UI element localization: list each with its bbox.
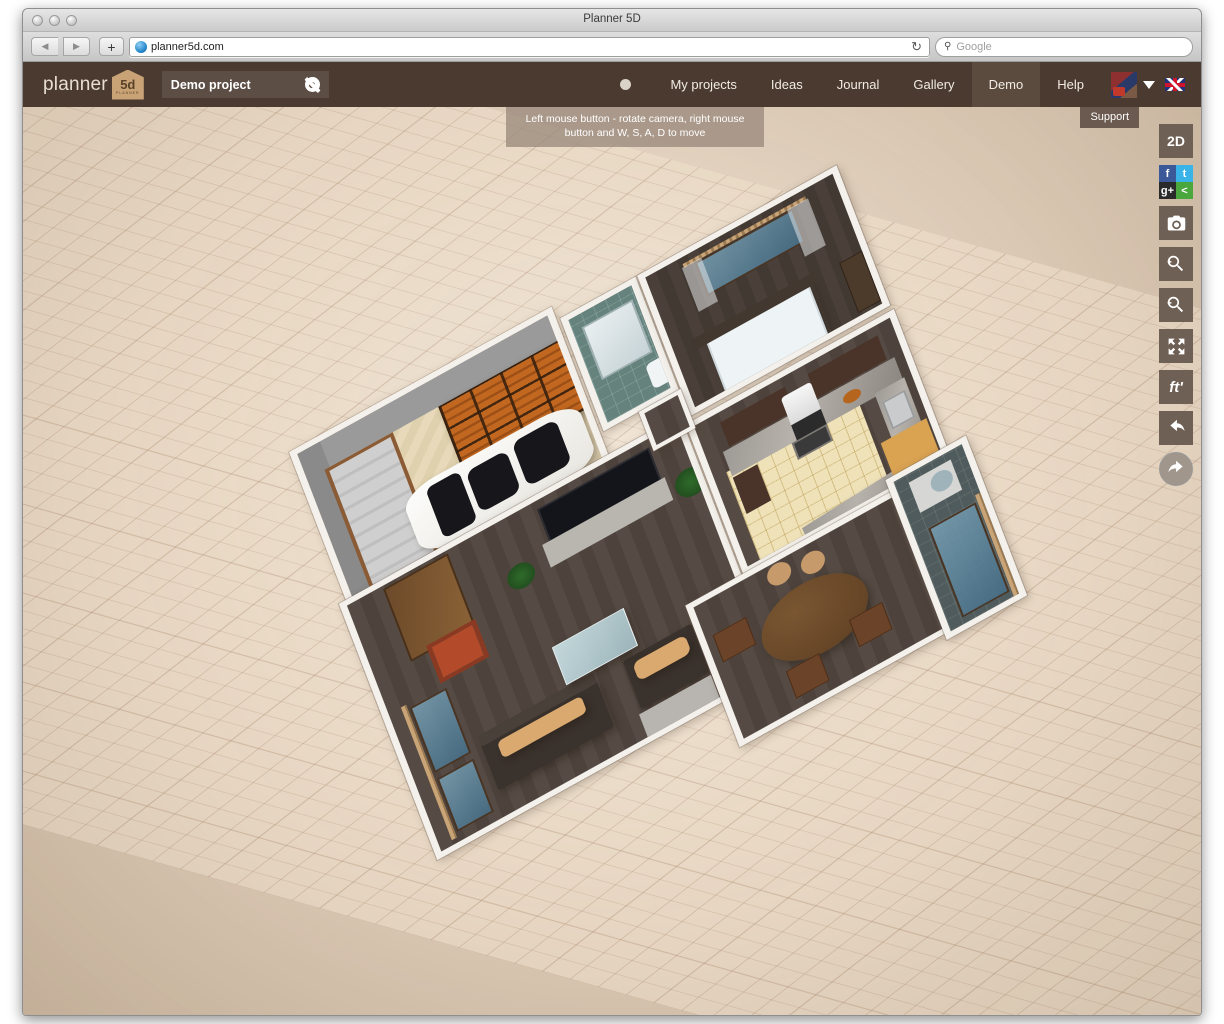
back-arrow-icon[interactable]: ◀	[31, 37, 58, 56]
nav-item-gallery[interactable]: Gallery	[896, 62, 971, 107]
logo-badge-icon: 5d PLANNER	[112, 70, 144, 100]
window-title: Planner 5D	[23, 13, 1201, 25]
app-logo[interactable]: planner 5d PLANNER	[23, 70, 144, 100]
forward-arrow-icon[interactable]: ▶	[63, 37, 90, 56]
browser-titlebar: Planner 5D	[23, 9, 1201, 32]
support-button[interactable]: Support	[1080, 107, 1139, 128]
search-input[interactable]: ⚲ Google	[935, 37, 1193, 57]
fullscreen-button[interactable]	[1159, 329, 1193, 363]
chevron-down-icon[interactable]	[1143, 81, 1155, 89]
nav-item-ideas[interactable]: Ideas	[754, 62, 820, 107]
redo-arrow-icon	[1166, 459, 1187, 480]
zoom-out-icon	[1166, 295, 1187, 316]
undo-button[interactable]	[1159, 411, 1193, 445]
logo-badge-sub: PLANNER	[116, 91, 140, 95]
avatar[interactable]	[1111, 72, 1137, 98]
plant-1[interactable]	[504, 557, 539, 594]
wardrobe[interactable]	[839, 251, 881, 313]
glass-coffee-table[interactable]	[552, 608, 638, 685]
browser-window: Planner 5D ◀ ▶ + planner5d.com ↻ ⚲ Googl…	[22, 8, 1202, 1016]
bar-stool-2[interactable]	[798, 546, 828, 578]
dining-chair-1[interactable]	[713, 617, 757, 663]
search-icon: ⚲	[944, 41, 951, 52]
logo-text: planner	[43, 74, 108, 96]
bar-stool-1[interactable]	[764, 558, 794, 590]
undo-arrow-icon	[1166, 418, 1187, 439]
snapshot-button[interactable]	[1159, 206, 1193, 240]
reload-icon[interactable]: ↻	[911, 39, 924, 55]
zoom-in-icon	[1166, 254, 1187, 275]
3d-viewport[interactable]	[23, 62, 1201, 1015]
new-tab-button[interactable]: +	[99, 37, 124, 56]
tool-rail: 2D f t g+ <	[1159, 124, 1193, 486]
zoom-in-button[interactable]	[1159, 247, 1193, 281]
address-bar-url: planner5d.com	[151, 41, 907, 53]
gear-icon[interactable]	[305, 77, 320, 92]
search-placeholder: Google	[956, 41, 991, 53]
planner5d-app: planner 5d PLANNER Demo project My proje…	[23, 62, 1201, 1015]
nav-item-journal[interactable]: Journal	[820, 62, 897, 107]
nav-item-my-projects[interactable]: My projects	[653, 62, 753, 107]
living-window-1[interactable]	[410, 688, 472, 773]
browser-toolbar: ◀ ▶ + planner5d.com ↻ ⚲ Google	[23, 32, 1201, 62]
nav-item-demo[interactable]: Demo	[972, 62, 1041, 107]
camera-hint-tooltip: Left mouse button - rotate camera, right…	[506, 107, 764, 147]
project-name-field[interactable]: Demo project	[162, 71, 329, 98]
expand-arrows-icon	[1166, 336, 1187, 357]
googleplus-icon[interactable]: g+	[1159, 182, 1176, 199]
house-model[interactable]	[23, 62, 1201, 1015]
share-icon[interactable]: <	[1176, 182, 1193, 199]
facebook-icon[interactable]: f	[1159, 165, 1176, 182]
redo-button[interactable]	[1159, 452, 1193, 486]
twitter-icon[interactable]: t	[1176, 165, 1193, 182]
camera-icon	[1166, 213, 1187, 234]
units-button[interactable]: ft'	[1159, 370, 1193, 404]
2d-view-button[interactable]: 2D	[1159, 124, 1193, 158]
app-navbar: planner 5d PLANNER Demo project My proje…	[23, 62, 1201, 107]
main-nav: My projects Ideas Journal Gallery Demo H…	[598, 62, 1201, 107]
address-bar[interactable]: planner5d.com ↻	[129, 37, 930, 57]
nav-item-help[interactable]: Help	[1040, 62, 1101, 107]
project-name-text: Demo project	[171, 78, 251, 92]
logo-badge-number: 5d	[120, 79, 135, 90]
site-favicon-icon	[135, 41, 147, 53]
social-grid-icon[interactable]: f t g+ <	[1159, 165, 1193, 199]
zoom-out-button[interactable]	[1159, 288, 1193, 322]
nav-dot-wrap[interactable]	[598, 79, 653, 90]
circle-icon	[620, 79, 631, 90]
uk-flag-icon[interactable]	[1165, 78, 1185, 91]
